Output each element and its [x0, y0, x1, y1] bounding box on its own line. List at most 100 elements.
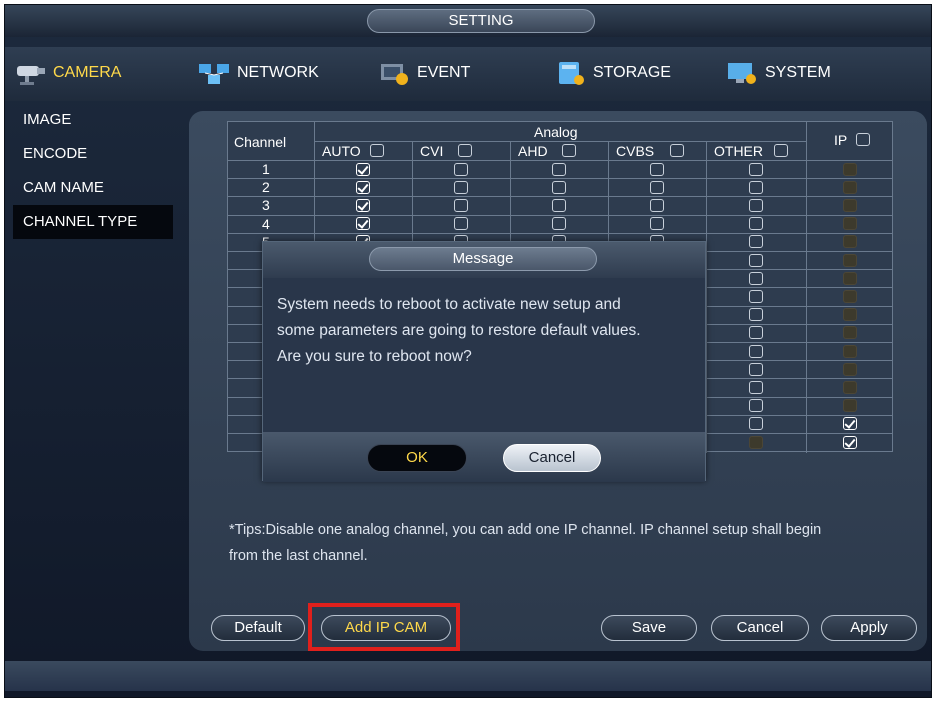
channel-4-ahd-checkbox[interactable]: [552, 217, 566, 231]
column-header-ip: IP: [834, 132, 848, 148]
dialog-footer: OK Cancel: [263, 432, 705, 482]
channel-2-cvbs-checkbox[interactable]: [650, 180, 664, 194]
tab-system[interactable]: SYSTEM: [725, 55, 831, 91]
channel-2-ahd-checkbox[interactable]: [552, 180, 566, 194]
channel-3-cvbs-checkbox[interactable]: [650, 198, 664, 212]
channel-13-ip-checkbox[interactable]: [843, 380, 857, 394]
channel-3-auto-checkbox[interactable]: [356, 198, 370, 212]
channel-12-ip-checkbox[interactable]: [843, 362, 857, 376]
column-header-other: OTHER: [714, 143, 763, 159]
channel-4-ip-checkbox[interactable]: [843, 217, 857, 231]
network-icon: [197, 60, 231, 86]
grid-header-divider: [314, 141, 806, 142]
sidebar-item-encode[interactable]: ENCODE: [13, 137, 173, 171]
dialog-ok-button[interactable]: OK: [367, 444, 467, 472]
channel-6-other-checkbox[interactable]: [749, 253, 763, 267]
grid-row-divider: [228, 196, 892, 198]
tab-storage[interactable]: STORAGE: [553, 55, 671, 91]
tab-label: CAMERA: [53, 64, 122, 81]
channel-3-ip-checkbox[interactable]: [843, 198, 857, 212]
channel-15-other-checkbox[interactable]: [749, 417, 763, 431]
column-header-auto: AUTO: [322, 143, 361, 159]
column-select-all-other-checkbox[interactable]: [774, 144, 788, 157]
window-title: SETTING: [367, 9, 595, 33]
channel-1-ahd-checkbox[interactable]: [552, 162, 566, 176]
channel-3-ahd-checkbox[interactable]: [552, 198, 566, 212]
channel-1-ip-checkbox[interactable]: [843, 162, 857, 176]
channel-10-other-checkbox[interactable]: [749, 326, 763, 340]
channel-10-ip-checkbox[interactable]: [843, 326, 857, 340]
channel-8-other-checkbox[interactable]: [749, 289, 763, 303]
channel-14-other-checkbox[interactable]: [749, 399, 763, 413]
channel-4-other-checkbox[interactable]: [749, 217, 763, 231]
title-bar: SETTING: [5, 5, 931, 37]
channel-number: 1: [262, 161, 270, 177]
column-select-all-auto-checkbox[interactable]: [370, 144, 384, 157]
grid-row-divider: [228, 178, 892, 180]
column-select-all-cvi-checkbox[interactable]: [458, 144, 472, 157]
analog-header: Analog: [534, 124, 578, 140]
tab-label: NETWORK: [237, 64, 319, 81]
dialog-header: Message: [263, 242, 705, 278]
event-icon: [377, 60, 411, 86]
channel-12-other-checkbox[interactable]: [749, 362, 763, 376]
channel-16-ip-checkbox[interactable]: [843, 435, 857, 449]
tab-label: EVENT: [417, 64, 471, 81]
storage-icon: [553, 60, 587, 86]
apply-button[interactable]: Apply: [821, 615, 917, 641]
channel-15-ip-checkbox[interactable]: [843, 417, 857, 431]
tab-network[interactable]: NETWORK: [197, 55, 319, 91]
channel-5-other-checkbox[interactable]: [749, 235, 763, 249]
channel-9-ip-checkbox[interactable]: [843, 308, 857, 322]
channel-9-other-checkbox[interactable]: [749, 308, 763, 322]
channel-4-cvi-checkbox[interactable]: [454, 217, 468, 231]
channel-4-auto-checkbox[interactable]: [356, 217, 370, 231]
grid-column-divider: [706, 141, 707, 454]
column-select-all-cvbs-checkbox[interactable]: [670, 144, 684, 157]
channel-1-other-checkbox[interactable]: [749, 162, 763, 176]
channel-3-other-checkbox[interactable]: [749, 198, 763, 212]
channel-13-other-checkbox[interactable]: [749, 380, 763, 394]
tab-event[interactable]: EVENT: [377, 55, 470, 91]
channel-11-other-checkbox[interactable]: [749, 344, 763, 358]
channel-14-ip-checkbox[interactable]: [843, 399, 857, 413]
bottom-status-strip: [5, 661, 931, 691]
tab-camera[interactable]: CAMERA: [13, 55, 183, 91]
channel-11-ip-checkbox[interactable]: [843, 344, 857, 358]
dialog-message-line: some parameters are going to restore def…: [277, 322, 641, 339]
channel-5-ip-checkbox[interactable]: [843, 235, 857, 249]
column-header-cvi: CVI: [420, 143, 444, 159]
channel-7-ip-checkbox[interactable]: [843, 271, 857, 285]
channel-2-other-checkbox[interactable]: [749, 180, 763, 194]
channel-number: 4: [262, 215, 270, 232]
channel-6-ip-checkbox[interactable]: [843, 253, 857, 267]
channel-header: Channel: [234, 134, 287, 150]
default-button[interactable]: Default: [211, 615, 305, 641]
channel-4-cvbs-checkbox[interactable]: [650, 217, 664, 231]
dialog-title: Message: [369, 247, 597, 271]
cancel-button[interactable]: Cancel: [711, 615, 809, 641]
channel-2-cvi-checkbox[interactable]: [454, 180, 468, 194]
dialog-message-line: System needs to reboot to activate new s…: [277, 296, 621, 313]
channel-1-cvi-checkbox[interactable]: [454, 162, 468, 176]
dialog-cancel-button[interactable]: Cancel: [503, 444, 601, 472]
channel-2-ip-checkbox[interactable]: [843, 180, 857, 194]
sidebar-item-image[interactable]: IMAGE: [13, 103, 173, 137]
sidebar-item-cam-name[interactable]: CAM NAME: [13, 171, 173, 205]
channel-7-other-checkbox[interactable]: [749, 271, 763, 285]
channel-3-cvi-checkbox[interactable]: [454, 198, 468, 212]
sidebar-item-channel-type[interactable]: CHANNEL TYPE: [13, 205, 173, 239]
channel-1-auto-checkbox[interactable]: [356, 162, 370, 176]
column-select-all-ahd-checkbox[interactable]: [562, 144, 576, 157]
channel-number: 3: [262, 197, 270, 214]
reboot-message-dialog: Message System needs to reboot to activa…: [262, 241, 706, 482]
channel-16-other-checkbox[interactable]: [749, 435, 763, 449]
channel-8-ip-checkbox[interactable]: [843, 289, 857, 303]
column-header-ahd: AHD: [518, 143, 548, 159]
dialog-message-line: Are you sure to reboot now?: [277, 348, 472, 365]
grid-row-divider: [228, 232, 892, 234]
save-button[interactable]: Save: [601, 615, 697, 641]
column-select-all-ip-checkbox[interactable]: [856, 133, 870, 146]
channel-2-auto-checkbox[interactable]: [356, 180, 370, 194]
channel-1-cvbs-checkbox[interactable]: [650, 162, 664, 176]
